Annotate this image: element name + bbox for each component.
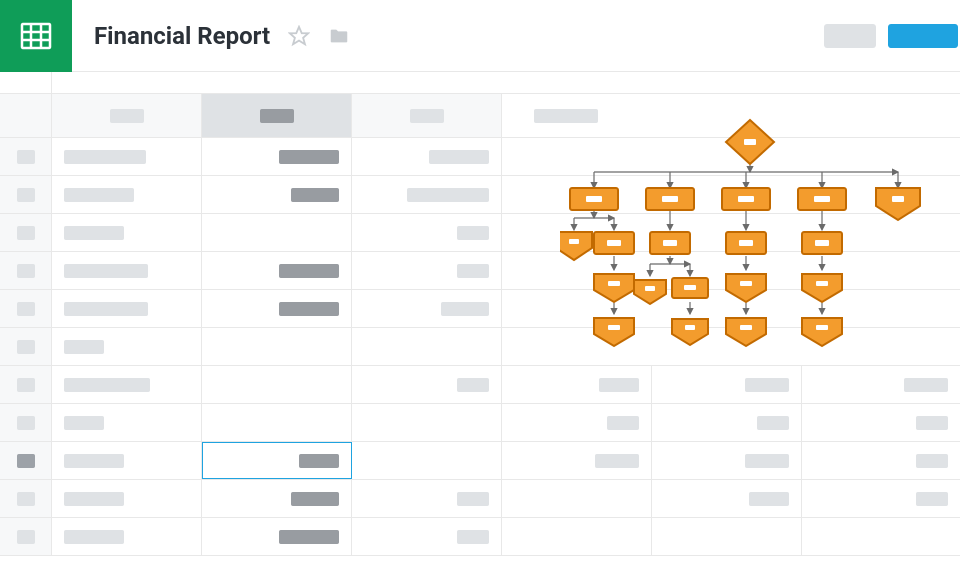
- cell-C8[interactable]: [352, 404, 502, 441]
- row-header-11[interactable]: [0, 518, 52, 555]
- cell-D7[interactable]: [502, 366, 652, 403]
- cell-B4[interactable]: [202, 252, 352, 289]
- row-header-9[interactable]: [0, 442, 52, 479]
- process-node: [672, 278, 708, 298]
- cell-C11[interactable]: [352, 518, 502, 555]
- name-box[interactable]: [0, 72, 52, 93]
- cell-C2[interactable]: [352, 176, 502, 213]
- terminal-node: [802, 274, 842, 302]
- terminal-node: [802, 318, 842, 346]
- table-row: [0, 404, 960, 442]
- process-node: [594, 232, 634, 254]
- terminal-node: [726, 274, 766, 302]
- cell-A2[interactable]: [52, 176, 202, 213]
- cell-B1[interactable]: [202, 138, 352, 175]
- cell-B8[interactable]: [202, 404, 352, 441]
- cell-F10[interactable]: [802, 480, 960, 517]
- terminal-node: [726, 318, 766, 346]
- cell-C6[interactable]: [352, 328, 502, 365]
- cell-A4[interactable]: [52, 252, 202, 289]
- cell-A3[interactable]: [52, 214, 202, 251]
- cell-B9[interactable]: [202, 442, 352, 479]
- table-row: [0, 480, 960, 518]
- row-header-3[interactable]: [0, 214, 52, 251]
- cell-D8[interactable]: [502, 404, 652, 441]
- column-header-C[interactable]: [352, 94, 502, 137]
- cell-F8[interactable]: [802, 404, 960, 441]
- process-node: [798, 188, 846, 210]
- cell-B3[interactable]: [202, 214, 352, 251]
- cell-B10[interactable]: [202, 480, 352, 517]
- cell-B6[interactable]: [202, 328, 352, 365]
- cell-E10[interactable]: [652, 480, 802, 517]
- process-node: [722, 188, 770, 210]
- cell-A5[interactable]: [52, 290, 202, 327]
- process-node: [802, 232, 842, 254]
- row-header-6[interactable]: [0, 328, 52, 365]
- formula-bar[interactable]: [0, 72, 960, 94]
- terminal-node: [594, 318, 634, 346]
- cell-B11[interactable]: [202, 518, 352, 555]
- process-node: [726, 232, 766, 254]
- terminal-node: [594, 274, 634, 302]
- cell-F7[interactable]: [802, 366, 960, 403]
- grid-icon: [18, 18, 54, 54]
- cell-D10[interactable]: [502, 480, 652, 517]
- cell-C3[interactable]: [352, 214, 502, 251]
- star-outline-icon[interactable]: [288, 25, 310, 47]
- cell-A11[interactable]: [52, 518, 202, 555]
- cell-F11[interactable]: [802, 518, 960, 555]
- header-bar: Financial Report: [0, 0, 960, 72]
- document-title[interactable]: Financial Report: [94, 22, 270, 50]
- cell-B2[interactable]: [202, 176, 352, 213]
- table-row: [0, 366, 960, 404]
- cell-C9[interactable]: [352, 442, 502, 479]
- cell-C4[interactable]: [352, 252, 502, 289]
- cell-E11[interactable]: [652, 518, 802, 555]
- cell-E7[interactable]: [652, 366, 802, 403]
- terminal-node: [876, 188, 920, 220]
- app-brand-icon[interactable]: [0, 0, 72, 72]
- terminal-node: [634, 280, 666, 304]
- cell-D11[interactable]: [502, 518, 652, 555]
- row-header-8[interactable]: [0, 404, 52, 441]
- process-node: [570, 188, 618, 210]
- process-node: [646, 188, 694, 210]
- cell-A8[interactable]: [52, 404, 202, 441]
- row-header-4[interactable]: [0, 252, 52, 289]
- cell-D9[interactable]: [502, 442, 652, 479]
- column-header-B[interactable]: [202, 94, 352, 137]
- folder-icon[interactable]: [328, 25, 350, 47]
- cell-C1[interactable]: [352, 138, 502, 175]
- cell-A1[interactable]: [52, 138, 202, 175]
- cell-C5[interactable]: [352, 290, 502, 327]
- process-node: [650, 232, 690, 254]
- cell-E8[interactable]: [652, 404, 802, 441]
- cell-C7[interactable]: [352, 366, 502, 403]
- row-header-2[interactable]: [0, 176, 52, 213]
- cell-A9[interactable]: [52, 442, 202, 479]
- cell-E9[interactable]: [652, 442, 802, 479]
- row-header-1[interactable]: [0, 138, 52, 175]
- row-header-10[interactable]: [0, 480, 52, 517]
- embedded-flowchart[interactable]: [560, 108, 940, 368]
- table-row: [0, 442, 960, 480]
- select-all-corner[interactable]: [0, 94, 52, 137]
- row-header-5[interactable]: [0, 290, 52, 327]
- column-header-A[interactable]: [52, 94, 202, 137]
- header-secondary-button[interactable]: [824, 24, 876, 48]
- cell-A7[interactable]: [52, 366, 202, 403]
- cell-A6[interactable]: [52, 328, 202, 365]
- cell-B5[interactable]: [202, 290, 352, 327]
- terminal-node: [672, 319, 708, 345]
- table-row: [0, 518, 960, 556]
- row-header-7[interactable]: [0, 366, 52, 403]
- header-primary-button[interactable]: [888, 24, 958, 48]
- terminal-node: [560, 232, 592, 260]
- cell-B7[interactable]: [202, 366, 352, 403]
- cell-F9[interactable]: [802, 442, 960, 479]
- cell-A10[interactable]: [52, 480, 202, 517]
- cell-C10[interactable]: [352, 480, 502, 517]
